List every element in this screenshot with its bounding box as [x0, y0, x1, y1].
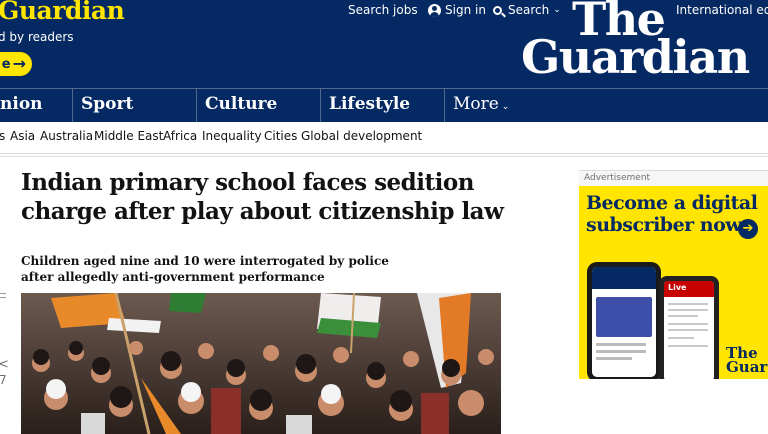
subnav-australia[interactable]: Australia — [40, 129, 93, 143]
subnav-africa[interactable]: Africa — [163, 129, 197, 143]
pillar-opinion[interactable]: nion — [0, 89, 70, 122]
share-icon[interactable]: < — [0, 357, 9, 372]
sign-in-label: Sign in — [445, 3, 486, 17]
support-heading: Guardian — [0, 0, 125, 25]
subnav-asia[interactable]: Asia — [10, 129, 35, 143]
search-link[interactable]: Search ⌄ — [493, 3, 561, 17]
sign-in-link[interactable]: Sign in — [428, 3, 486, 17]
phone-mockup — [587, 262, 661, 379]
pillar-nav: nion Sport Culture Lifestyle More ⌄ — [0, 88, 768, 122]
advert-title-line2: subscriber now — [586, 214, 742, 236]
pillar-culture[interactable]: Culture — [196, 89, 318, 122]
subnav-middle-east[interactable]: Middle East — [94, 129, 163, 143]
advert-logo-line2: Guard — [726, 358, 768, 376]
divider — [0, 293, 6, 294]
user-icon — [428, 3, 441, 17]
pillar-more[interactable]: More ⌄ — [444, 89, 566, 122]
subnav-inequality[interactable]: Inequality — [202, 129, 262, 143]
edition-link[interactable]: International edi — [676, 3, 768, 17]
divider — [0, 156, 768, 157]
pillar-more-label: More — [453, 94, 499, 114]
share-count: 7 — [0, 373, 7, 387]
live-badge: Live — [668, 283, 687, 292]
subnav-cities[interactable]: Cities — [264, 129, 297, 143]
article-main-image[interactable] — [21, 293, 501, 434]
search-jobs-link[interactable]: Search jobs — [348, 3, 418, 17]
protest-crowd-image — [21, 293, 501, 434]
divider — [0, 297, 6, 298]
advert-title-line1: Become a digital — [586, 192, 758, 214]
advertisement-label: Advertisement — [579, 170, 768, 186]
support-button-label: e — [1, 56, 11, 72]
phone-mockup: Live — [659, 276, 719, 379]
chevron-down-icon: ⌄ — [553, 5, 561, 15]
article-standfirst: Children aged nine and 10 were interroga… — [21, 254, 389, 284]
support-button[interactable]: e → — [0, 52, 32, 76]
arrow-right-icon: → — [12, 54, 26, 73]
logo-guardian[interactable]: Guardian — [521, 30, 750, 84]
pillar-lifestyle[interactable]: Lifestyle — [320, 89, 442, 122]
arrow-right-icon[interactable]: ➔ — [738, 219, 758, 239]
subnav-global-development[interactable]: Global development — [301, 129, 422, 143]
subnav: s Asia Australia Middle East Africa Ineq… — [0, 122, 768, 154]
search-icon — [493, 5, 502, 15]
advert-title: Become a digital subscriber now — [586, 192, 758, 236]
subnav-item[interactable]: s — [0, 129, 5, 143]
chevron-down-icon: ⌄ — [498, 102, 510, 112]
article-headline: Indian primary school faces sedition cha… — [21, 169, 504, 225]
advert-logo: The Guard — [726, 346, 768, 376]
pillar-sport[interactable]: Sport — [72, 89, 194, 122]
subscription-advert[interactable]: Become a digital subscriber now ➔ Live T… — [579, 186, 768, 379]
search-label: Search — [508, 3, 550, 17]
masthead: Guardian d by readers e → Search jobs Si… — [0, 0, 768, 88]
support-subheading: d by readers — [0, 30, 74, 44]
